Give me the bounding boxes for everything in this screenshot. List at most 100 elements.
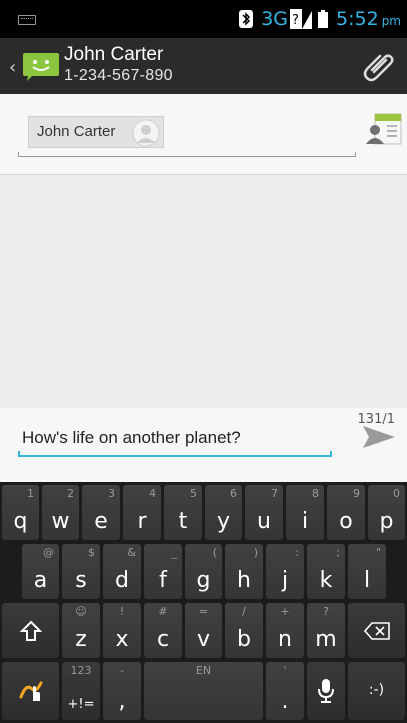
key-l[interactable]: " l [348,544,386,599]
key-e[interactable]: 3e [82,485,120,540]
key-hint: 8 [312,487,319,500]
recipient-field-underline[interactable] [18,152,356,157]
key-hint: 4 [149,487,156,500]
key-z[interactable]: ☺ z [62,603,100,658]
recipient-chip-name: John Carter [37,123,116,140]
key-i[interactable]: 8i [286,485,324,540]
backspace-key[interactable] [348,603,405,658]
smiley-key[interactable]: :-) [348,662,405,720]
key-label: h [237,568,251,593]
network-type-label: 3G [261,8,289,30]
attach-icon[interactable] [363,50,395,82]
key-h[interactable]: ) h [225,544,263,599]
key-d[interactable]: & d [103,544,141,599]
key-label: f [159,568,167,593]
key-o[interactable]: 9o [327,485,365,540]
svg-text:?: ? [292,13,299,28]
key-label: m [315,627,337,652]
voice-input-key[interactable] [307,662,345,720]
messaging-screen: 3G ? 5:52 pm ‹ John Carter 1-234-567-890… [0,0,407,723]
key-hint: 6 [230,487,237,500]
key-label: l [363,568,371,593]
key-label: +!= [67,697,95,712]
key-t[interactable]: 5t [164,485,202,540]
recipient-chip[interactable]: John Carter [28,116,164,148]
key-label: j [281,568,289,593]
soft-keyboard: 1q 2w 3e 4r 5t 6y 7u 8i 9o 0p @ a $ s & d _… [0,482,407,723]
key-hint: ( [212,546,217,559]
key-label: v [196,627,211,652]
key-hint: ! [119,605,125,618]
key-c[interactable]: # c [144,603,182,658]
key-y[interactable]: 6y [205,485,242,540]
key-hint: 1 [27,487,34,500]
key-m[interactable]: ? m [307,603,345,658]
key-label: x [115,627,129,652]
key-q[interactable]: 1q [2,485,39,540]
key-v[interactable]: = v [185,603,222,658]
key-label: d [115,568,129,593]
send-icon [363,426,395,448]
key-period[interactable]: ' . [266,662,304,720]
key-label: i [301,509,309,534]
key-label: c [156,627,170,652]
key-hint: 5 [190,487,197,500]
key-label: z [75,627,87,652]
key-label: r [137,509,147,534]
key-s[interactable]: $ s [62,544,100,599]
space-key[interactable]: EN [144,662,263,720]
key-hint: ☺ [75,605,87,618]
key-hint: " [375,546,381,559]
key-label: a [33,568,48,593]
key-label: w [51,509,70,534]
clock-time: 5:52 [336,8,379,30]
key-hint: 3 [108,487,115,500]
key-k[interactable]: ; k [307,544,345,599]
key-label: o [339,509,353,534]
key-label: :-) [368,682,385,698]
contact-number: 1-234-567-890 [64,67,173,84]
shift-key[interactable] [2,603,59,658]
key-g[interactable]: (g [185,544,222,599]
key-hint: @ [43,546,54,559]
key-hint: & [127,546,136,559]
key-comma[interactable]: - , [103,662,141,720]
key-hint: EN [195,664,212,677]
key-hint: / [242,605,246,618]
back-icon[interactable]: ‹ [9,57,16,78]
message-input[interactable] [22,421,330,455]
key-label: g [196,568,211,593]
messaging-app-icon[interactable] [22,52,60,82]
key-j[interactable]: :j [266,544,304,599]
key-hint: ) [253,546,258,559]
key-u[interactable]: 7u [245,485,283,540]
key-hint: 123 [70,664,92,677]
key-x[interactable]: ! x [103,603,141,658]
key-hint: + [280,605,290,618]
key-hint: 9 [353,487,360,500]
key-w[interactable]: 2w [42,485,79,540]
send-button[interactable] [359,418,399,456]
key-label: q [13,509,28,534]
avatar [132,119,160,147]
key-hint: ? [323,605,329,618]
symbols-key[interactable]: 123 +!= [62,662,100,720]
key-hint: 7 [271,487,278,500]
key-n[interactable]: + n [266,603,304,658]
compose-area: 131/1 [0,408,407,482]
key-label: n [278,627,292,652]
key-label: u [257,509,271,534]
key-r[interactable]: 4r [123,485,161,540]
key-a[interactable]: @ a [22,544,59,599]
key-p[interactable]: 0p [368,485,405,540]
clock-ampm: pm [381,14,401,28]
key-f[interactable]: _ f [144,544,182,599]
message-input-underline [18,451,332,457]
swype-key[interactable] [2,662,59,720]
key-b[interactable]: / b [225,603,263,658]
contacts-picker-icon[interactable] [363,110,403,148]
clock: 5:52 pm [336,8,401,30]
microphone-icon [307,662,345,720]
key-label: y [216,509,231,534]
key-label: . [281,689,289,714]
